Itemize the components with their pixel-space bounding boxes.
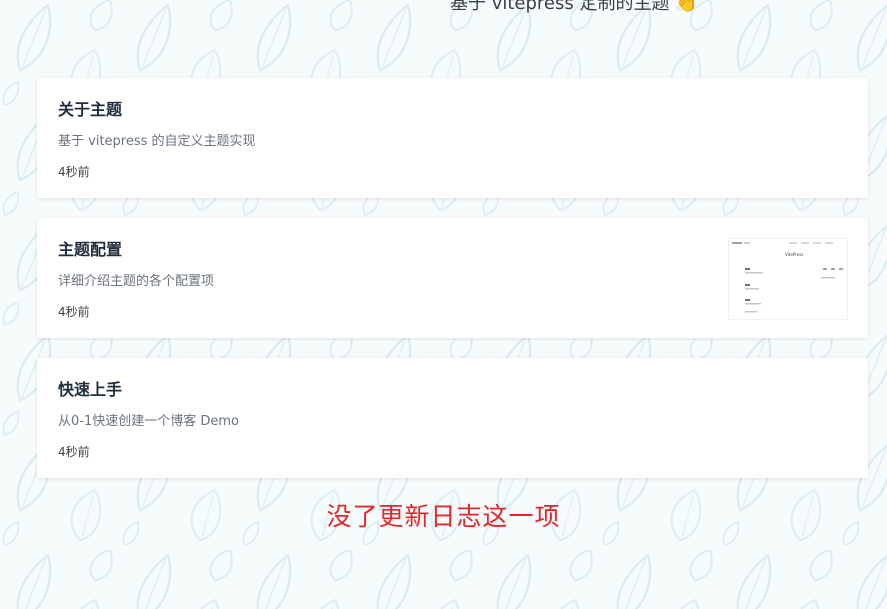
article-card-quick-start[interactable]: 快速上手 从0-1快速创建一个博客 Demo 4秒前: [37, 358, 868, 478]
article-card-about-theme[interactable]: 关于主题 基于 vitepress 的自定义主题实现 4秒前: [37, 78, 868, 198]
article-thumbnail[interactable]: VitePress: [728, 238, 848, 320]
article-description: 基于 vitepress 的自定义主题实现: [58, 134, 256, 149]
article-description: 从0-1快速创建一个博客 Demo: [58, 414, 239, 429]
article-time: 4秒前: [58, 165, 90, 179]
article-card-theme-config[interactable]: 主题配置 详细介绍主题的各个配置项 4秒前 VitePress: [37, 218, 868, 338]
article-title[interactable]: 主题配置: [58, 236, 122, 260]
thumbnail-brand-text: VitePress: [785, 252, 803, 257]
article-title[interactable]: 关于主题: [58, 96, 122, 120]
annotation-note: 没了更新日志这一项: [326, 502, 561, 531]
article-description: 详细介绍主题的各个配置项: [58, 274, 215, 289]
article-time: 4秒前: [58, 305, 90, 319]
article-time: 4秒前: [58, 445, 90, 459]
page-subtitle: 基于 vitepress 定制的主题 👏: [450, 0, 698, 14]
article-title[interactable]: 快速上手: [58, 376, 122, 400]
thumbnail-screenshot-icon: VitePress: [729, 239, 847, 319]
